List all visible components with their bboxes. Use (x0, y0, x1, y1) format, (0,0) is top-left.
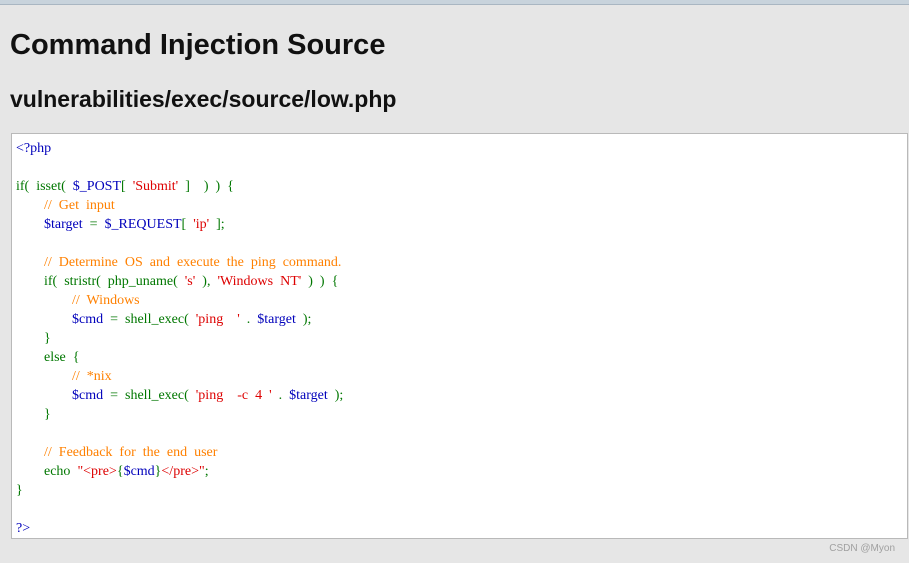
code-token: 'ping ' (195, 312, 240, 327)
code-line: ?> (16, 519, 343, 538)
code-token: ) ) { (301, 274, 339, 289)
code-token: } (16, 407, 51, 422)
code-token: } (16, 331, 51, 346)
code-token: // *nix (72, 369, 112, 384)
code-line: // Get input (16, 196, 343, 215)
code-token: } (16, 483, 23, 498)
code-token: { (116, 464, 124, 479)
code-line: $target = $_REQUEST[ 'ip' ]; (16, 215, 343, 234)
code-token: ), (195, 274, 218, 289)
code-token: </pre>" (161, 464, 205, 479)
code-line: echo "<pre>{$cmd}</pre>"; (16, 462, 343, 481)
code-line: if( stristr( php_uname( 's' ), 'Windows … (16, 272, 343, 291)
code-line: <?php (16, 139, 343, 158)
code-token: 's' (184, 274, 196, 289)
code-token: $target (289, 388, 328, 403)
code-token: ]; (209, 217, 225, 232)
code-token: ( (184, 312, 196, 327)
code-token: = (103, 312, 126, 327)
code-token: ( (184, 388, 196, 403)
window-top-border (0, 0, 909, 5)
code-token: . (271, 388, 290, 403)
code-line: // Feedback for the end user (16, 443, 343, 462)
code-token: stristr (64, 274, 97, 289)
code-token: $_POST (72, 179, 122, 194)
code-line: else { (16, 348, 343, 367)
code-token: ); (295, 312, 312, 327)
code-line: // Windows (16, 291, 343, 310)
code-token: ); (327, 388, 344, 403)
watermark: CSDN @Myon⁠ (829, 543, 895, 554)
code-token: [ (121, 179, 133, 194)
code-line: } (16, 329, 343, 348)
code-token: isset (36, 179, 62, 194)
code-token: else { (16, 350, 80, 365)
code-token: // Determine OS and execute the ping com… (44, 255, 342, 270)
page-title: Command Injection Source (10, 29, 386, 61)
code-token: "<pre> (77, 464, 117, 479)
code-token: 'ping -c 4 ' (195, 388, 272, 403)
code-token: // Windows (72, 293, 140, 308)
code-token: ; (204, 464, 209, 479)
code-token: $cmd (72, 388, 104, 403)
code-line: // *nix (16, 367, 343, 386)
code-token: 'ip' (193, 217, 210, 232)
source-code: <?php if( isset( $_POST[ 'Submit' ] ) ) {… (16, 139, 343, 538)
code-token: = (82, 217, 105, 232)
code-token: ?> (16, 521, 31, 536)
code-line: // Determine OS and execute the ping com… (16, 253, 343, 272)
code-line: if( isset( $_POST[ 'Submit' ] ) ) { (16, 177, 343, 196)
code-token: <?php (16, 141, 52, 156)
code-token: shell_exec (125, 388, 185, 403)
code-token: // Get input (44, 198, 115, 213)
code-token: ( (61, 179, 73, 194)
code-token: php_uname (107, 274, 174, 289)
code-line: } (16, 405, 343, 424)
code-token: $cmd (72, 312, 104, 327)
source-code-box: <?php if( isset( $_POST[ 'Submit' ] ) ) {… (11, 133, 908, 539)
code-token: ( (96, 274, 108, 289)
code-token: // Feedback for the end user (44, 445, 218, 460)
code-token: if( (16, 274, 65, 289)
code-line: $cmd = shell_exec( 'ping -c 4 ' . $targe… (16, 386, 343, 405)
code-token: ] ) ) { (178, 179, 234, 194)
code-line: } (16, 481, 343, 500)
code-token: [ (181, 217, 194, 232)
code-token: 'Windows NT' (217, 274, 302, 289)
code-token: = (103, 388, 126, 403)
code-token: if( (16, 179, 37, 194)
code-token: $target (257, 312, 296, 327)
code-token: echo (16, 464, 78, 479)
code-token: shell_exec (125, 312, 185, 327)
code-line: $cmd = shell_exec( 'ping ' . $target ); (16, 310, 343, 329)
code-token: $_REQUEST (104, 217, 182, 232)
code-token: . (239, 312, 258, 327)
code-token: ( (173, 274, 185, 289)
code-token: 'Submit' (132, 179, 179, 194)
code-token: $target (44, 217, 83, 232)
source-file-path: vulnerabilities/exec/source/low.php (10, 86, 397, 112)
code-token: $cmd (123, 464, 155, 479)
